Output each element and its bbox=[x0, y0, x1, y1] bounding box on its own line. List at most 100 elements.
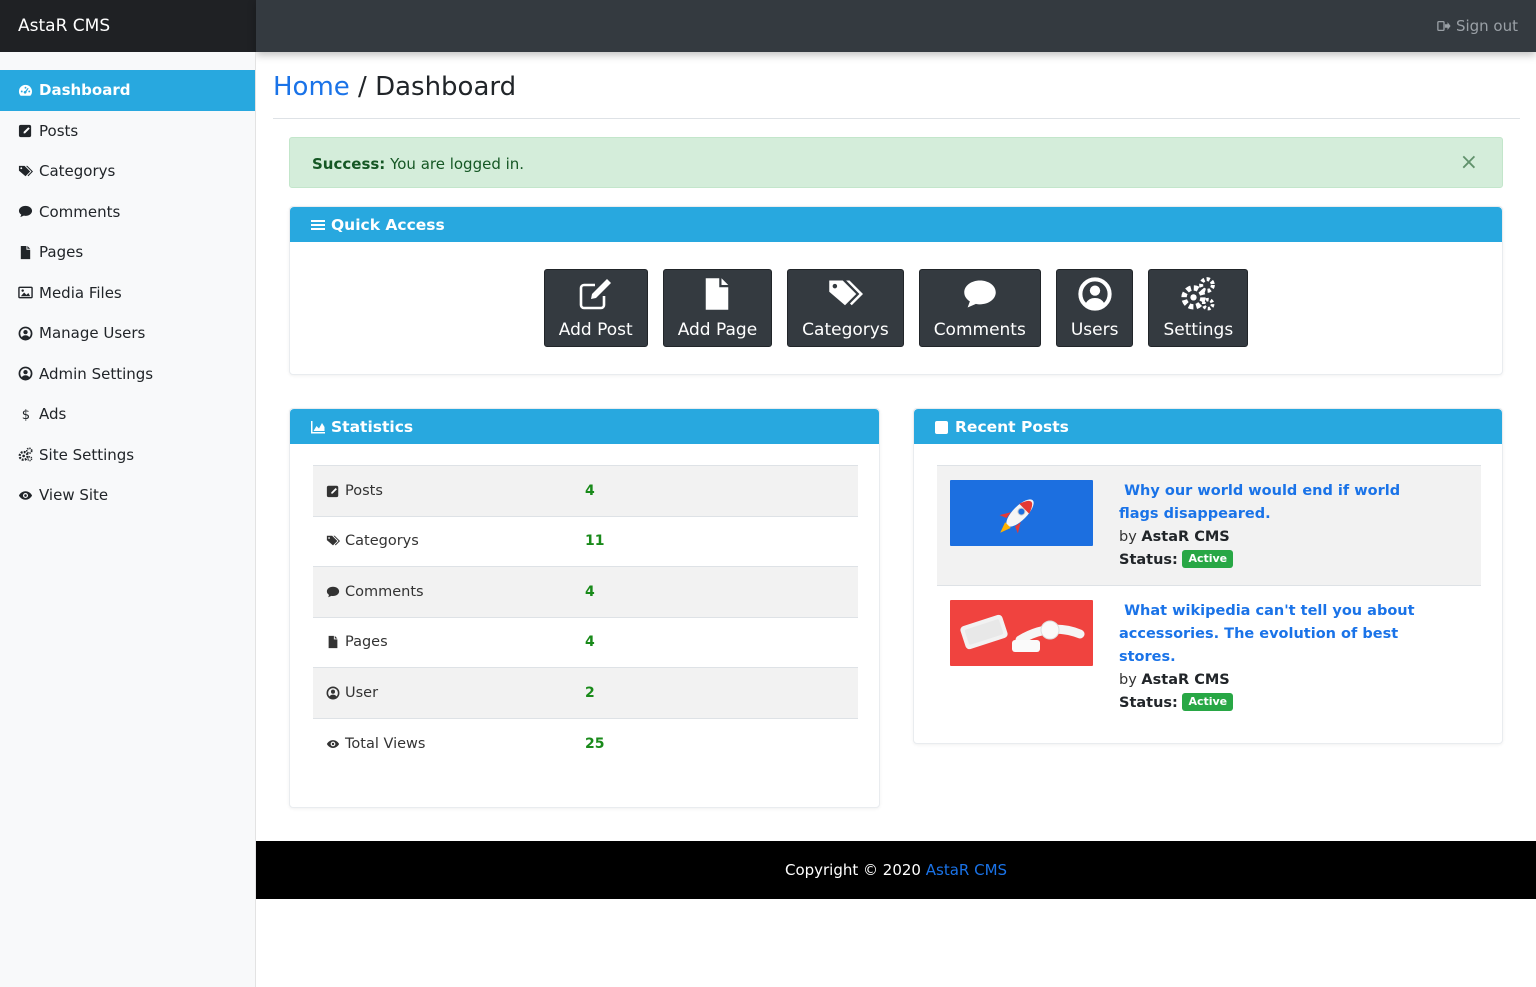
eye-icon bbox=[326, 737, 340, 751]
sidebar-item-label: Comments bbox=[39, 202, 121, 221]
table-row: Pages 4 bbox=[313, 618, 858, 668]
success-alert: Success: You are logged in. × bbox=[289, 137, 1503, 188]
post-title-link[interactable]: What wikipedia can't tell you about acce… bbox=[1119, 600, 1439, 669]
stat-value: 25 bbox=[585, 735, 605, 752]
sign-out-label: Sign out bbox=[1455, 17, 1518, 35]
sidebar-item-label: Pages bbox=[39, 243, 84, 262]
stat-label-text: Total Views bbox=[345, 735, 426, 752]
sidebar-item-site-settings[interactable]: Site Settings bbox=[0, 435, 255, 476]
sidebar-item-label: Categorys bbox=[39, 162, 116, 181]
stat-label-text: Categorys bbox=[345, 533, 419, 550]
stat-value: 2 bbox=[585, 684, 595, 701]
quick-access-buttons: Add Post Add Page Categorys Comments Use… bbox=[290, 269, 1502, 347]
status-badge: Active bbox=[1182, 693, 1234, 711]
sidebar-item-label: Admin Settings bbox=[39, 364, 154, 383]
sidebar-item-ads[interactable]: Ads bbox=[0, 394, 255, 435]
stat-label-text: Comments bbox=[345, 583, 424, 600]
sidebar-item-categorys[interactable]: Categorys bbox=[0, 151, 255, 192]
button-label: Users bbox=[1070, 320, 1119, 340]
image-icon bbox=[18, 285, 33, 300]
sidebar-item-label: Dashboard bbox=[39, 81, 131, 100]
brand-logo[interactable]: AstaR CMS bbox=[0, 0, 256, 52]
alert-close-button[interactable]: × bbox=[1460, 152, 1478, 174]
dollar-icon bbox=[18, 407, 33, 422]
recent-posts-list: Why our world would end if world flags d… bbox=[937, 465, 1481, 711]
author-prefix: by bbox=[1119, 529, 1142, 545]
quick-comments-button[interactable]: Comments bbox=[918, 269, 1041, 347]
quick-access-header: Quick Access bbox=[290, 207, 1502, 242]
button-label: Comments bbox=[933, 320, 1026, 340]
cogs-icon bbox=[18, 447, 33, 462]
statistics-panel: Statistics Posts 4 Categorys 11 Comments… bbox=[289, 408, 880, 808]
post-author: by AstaR CMS bbox=[1119, 526, 1439, 549]
sidebar-item-dashboard[interactable]: Dashboard bbox=[0, 70, 255, 111]
quick-users-button[interactable]: Users bbox=[1055, 269, 1134, 347]
sidebar-item-label: Media Files bbox=[39, 283, 122, 302]
post-info: Why our world would end if world flags d… bbox=[1119, 480, 1439, 585]
post-thumbnail[interactable] bbox=[950, 480, 1093, 546]
table-row: Categorys 11 bbox=[313, 517, 858, 567]
post-thumbnail[interactable] bbox=[950, 600, 1093, 666]
stat-label: Posts bbox=[313, 483, 585, 499]
stat-value: 11 bbox=[585, 533, 605, 550]
status-label: Status: bbox=[1119, 552, 1178, 568]
copyright-text: Copyright © 2020 bbox=[784, 861, 926, 879]
top-navbar: Sign out bbox=[256, 0, 1536, 52]
comment-icon bbox=[326, 585, 340, 599]
stat-value: 4 bbox=[585, 482, 595, 499]
quick-add-post-button[interactable]: Add Post bbox=[543, 269, 648, 347]
edit-icon bbox=[578, 276, 614, 312]
sidebar-item-manage-users[interactable]: Manage Users bbox=[0, 313, 255, 354]
rocket-icon bbox=[999, 499, 1034, 534]
edit-icon bbox=[18, 123, 33, 138]
quick-categorys-button[interactable]: Categorys bbox=[787, 269, 904, 347]
quick-access-panel: Quick Access Add Post Add Page Categorys… bbox=[289, 206, 1503, 375]
user-circle-icon bbox=[18, 366, 33, 381]
sidebar-item-admin-settings[interactable]: Admin Settings bbox=[0, 354, 255, 395]
sidebar-nav: Dashboard Posts Categorys Comments Pages… bbox=[0, 70, 255, 516]
dashboard-icon bbox=[18, 83, 33, 98]
table-row: Comments 4 bbox=[313, 567, 858, 618]
quick-add-page-button[interactable]: Add Page bbox=[662, 269, 773, 347]
status-label: Status: bbox=[1119, 695, 1178, 711]
sidebar-item-label: Posts bbox=[39, 121, 79, 140]
sidebar-item-pages[interactable]: Pages bbox=[0, 232, 255, 273]
breadcrumb-home-link[interactable]: Home bbox=[273, 72, 350, 102]
eye-icon bbox=[18, 488, 33, 503]
author-prefix: by bbox=[1119, 672, 1142, 688]
sign-out-link[interactable]: Sign out bbox=[1437, 17, 1518, 35]
comment-icon bbox=[18, 204, 33, 219]
tags-icon bbox=[18, 164, 33, 179]
sidebar-item-posts[interactable]: Posts bbox=[0, 111, 255, 152]
stat-label: User bbox=[313, 685, 585, 701]
button-label: Add Post bbox=[558, 320, 633, 340]
sidebar-item-label: View Site bbox=[39, 486, 109, 505]
stat-value: 4 bbox=[585, 583, 595, 600]
divider bbox=[273, 118, 1520, 119]
panel-title: Quick Access bbox=[331, 215, 445, 234]
panel-title: Statistics bbox=[331, 417, 414, 436]
alert-strong: Success: bbox=[312, 155, 386, 173]
main-content: Home / Dashboard Success: You are logged… bbox=[256, 52, 1536, 987]
footer-brand-link[interactable]: AstaR CMS bbox=[926, 861, 1007, 879]
recent-posts-panel: Recent Posts Why our world would end if … bbox=[913, 408, 1503, 744]
sidebar-item-label: Ads bbox=[39, 405, 67, 424]
comment-icon bbox=[962, 276, 998, 312]
user-circle-icon bbox=[18, 326, 33, 341]
sidebar-item-media-files[interactable]: Media Files bbox=[0, 273, 255, 314]
stat-label: Comments bbox=[313, 584, 585, 600]
sidebar-item-label: Manage Users bbox=[39, 324, 146, 343]
post-title-link[interactable]: Why our world would end if world flags d… bbox=[1119, 480, 1439, 526]
stat-label: Total Views bbox=[313, 736, 585, 752]
alert-message: You are logged in. bbox=[385, 155, 525, 173]
post-status: Status: Active bbox=[1119, 549, 1439, 572]
cogs-icon bbox=[1180, 276, 1216, 312]
post-info: What wikipedia can't tell you about acce… bbox=[1119, 600, 1439, 711]
sidebar-item-view-site[interactable]: View Site bbox=[0, 475, 255, 516]
quick-settings-button[interactable]: Settings bbox=[1148, 269, 1249, 347]
button-label: Settings bbox=[1163, 320, 1234, 340]
author-name: AstaR CMS bbox=[1141, 529, 1230, 545]
status-badge: Active bbox=[1182, 550, 1234, 568]
statistics-header: Statistics bbox=[290, 409, 879, 444]
sidebar-item-comments[interactable]: Comments bbox=[0, 192, 255, 233]
